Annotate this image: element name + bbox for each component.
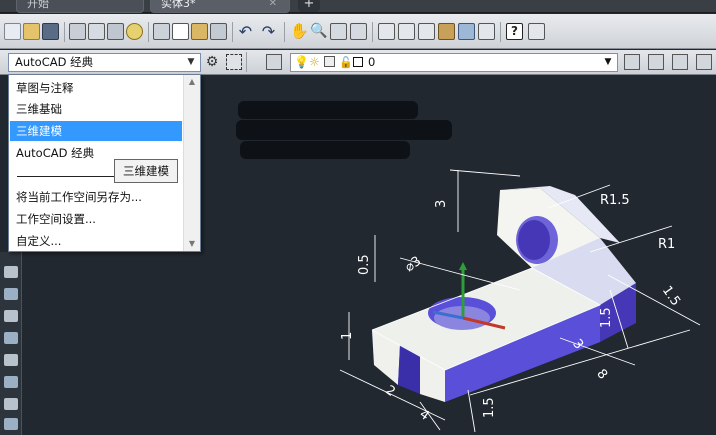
open-icon[interactable] [23, 23, 40, 40]
dim-label: 1.5 [482, 397, 497, 418]
autocad-window: 开始 实体3* ✕ + ↶ ↷ ✋ 🔍 ? AutoCAD 经典 ▼ ⚙ 💡 ☼… [0, 0, 716, 435]
zoom-previous-icon[interactable] [350, 23, 367, 40]
chevron-down-icon[interactable]: ▼ [184, 55, 198, 70]
dim-label: 0.5 [357, 254, 372, 275]
viewport-freeze-icon[interactable] [324, 56, 335, 67]
redacted-mark [240, 141, 410, 159]
scroll-down-icon[interactable]: ▼ [184, 237, 200, 251]
chevron-down-icon[interactable]: ▼ [601, 55, 615, 70]
layer-previous-icon[interactable] [648, 54, 664, 70]
plot-preview-icon[interactable] [88, 23, 105, 40]
left-tool-palette [0, 252, 22, 435]
draw-tool-icon[interactable] [4, 266, 18, 278]
dim-label: ⌀3 [402, 254, 424, 276]
layer-state-icon[interactable] [672, 54, 688, 70]
workspace-tooltip: 三维建模 [114, 159, 178, 183]
new-tab-button[interactable]: + [298, 0, 320, 12]
dropdown-item-save-as[interactable]: 将当前工作空间另存为... [10, 187, 182, 207]
toolbar-separator [148, 22, 149, 42]
make-current-icon[interactable] [624, 54, 640, 70]
redo-icon[interactable]: ↷ [260, 23, 277, 40]
workspace-layer-toolbar: AutoCAD 经典 ▼ ⚙ 💡 ☼ 🔓 0 ▼ [0, 50, 716, 75]
region-tool-icon[interactable] [4, 376, 18, 388]
lock-icon[interactable]: 🔓 [339, 54, 353, 71]
tab-drawing[interactable]: 实体3* ✕ [150, 0, 290, 13]
dropdown-item-3d-basics[interactable]: 三维基础 [10, 99, 182, 119]
redacted-mark [236, 120, 452, 140]
redacted-mark [238, 101, 418, 119]
dropdown-divider [17, 176, 121, 177]
undo-icon[interactable]: ↶ [237, 23, 254, 40]
toolbar-separator [232, 22, 233, 42]
dim-label: 3 [434, 200, 449, 208]
markup-icon[interactable] [458, 23, 475, 40]
arc-tool-icon[interactable] [4, 288, 18, 300]
layer-properties-icon[interactable] [266, 54, 282, 70]
lightbulb-icon[interactable]: 💡 [294, 54, 309, 71]
color-swatch-icon [353, 57, 363, 67]
new-icon[interactable] [4, 23, 21, 40]
dim-label: R1.5 [600, 193, 630, 208]
dim-label: 1 [340, 332, 355, 340]
toolbar-separator [246, 52, 247, 72]
close-icon[interactable]: ✕ [269, 0, 277, 13]
tab-label: 实体3* [161, 0, 196, 10]
workspace-extra-icon[interactable] [528, 23, 545, 40]
sun-icon[interactable]: ☼ [309, 54, 320, 71]
block-tool-icon[interactable] [4, 398, 18, 410]
pan-icon[interactable]: ✋ [290, 23, 309, 40]
zoom-icon[interactable]: 🔍 [310, 23, 327, 40]
publish-icon[interactable] [107, 23, 124, 40]
solid-model[interactable] [371, 186, 636, 402]
point-tool-icon[interactable] [4, 418, 18, 430]
gear-icon[interactable]: ⚙ [204, 54, 220, 70]
design-center-icon[interactable] [398, 23, 415, 40]
dim-label: 2 [382, 383, 397, 400]
dim-label: R1 [658, 237, 675, 252]
scroll-up-icon[interactable]: ▲ [184, 75, 200, 89]
workspace-select-value: AutoCAD 经典 [15, 55, 94, 69]
dropdown-item-customize[interactable]: 自定义... [10, 231, 182, 251]
toolbar-separator [500, 22, 501, 42]
layer-walk-icon[interactable] [696, 54, 712, 70]
circle-tool-icon[interactable] [4, 310, 18, 322]
hatch-tool-icon[interactable] [4, 354, 18, 366]
tool-palettes-icon[interactable] [418, 23, 435, 40]
properties-icon[interactable] [378, 23, 395, 40]
tab-start[interactable]: 开始 [16, 0, 144, 13]
dim-label: 1.5 [599, 307, 614, 328]
calculator-icon[interactable] [478, 23, 495, 40]
dim-label: 8 [593, 367, 610, 383]
workspace-select[interactable]: AutoCAD 经典 ▼ [8, 53, 201, 72]
paste-icon[interactable] [191, 23, 208, 40]
cut-icon[interactable] [153, 23, 170, 40]
toolbar-separator [64, 22, 65, 42]
3d-print-icon[interactable] [126, 23, 143, 40]
toolbar-separator [372, 22, 373, 42]
print-icon[interactable] [69, 23, 86, 40]
toolbar-separator [284, 22, 285, 42]
standard-toolbar: ↶ ↷ ✋ 🔍 ? [0, 14, 716, 49]
dropdown-item-settings[interactable]: 工作空间设置... [10, 209, 182, 229]
match-properties-icon[interactable] [210, 23, 227, 40]
layer-select[interactable]: 💡 ☼ 🔓 0 ▼ [290, 53, 618, 72]
tab-label: 开始 [27, 0, 49, 10]
dropdown-scrollbar[interactable]: ▲ ▼ [183, 75, 200, 251]
sheet-set-icon[interactable] [438, 23, 455, 40]
document-tab-bar: 开始 实体3* ✕ + [0, 0, 716, 13]
dropdown-item-drafting[interactable]: 草图与注释 [10, 78, 182, 98]
layer-name: 0 [368, 55, 376, 69]
workspace-settings-icon[interactable] [226, 54, 242, 70]
drawing-canvas[interactable]: 3 R1.5 R1 0.5 ⌀3 1.5 1.5 1 3 8 2 4 1.5 [200, 76, 716, 435]
dropdown-item-3d-modeling[interactable]: 三维建模 [10, 121, 182, 141]
help-icon[interactable]: ? [506, 23, 523, 40]
save-icon[interactable] [42, 23, 59, 40]
copy-icon[interactable] [172, 23, 189, 40]
spline-tool-icon[interactable] [4, 332, 18, 344]
zoom-window-icon[interactable] [330, 23, 347, 40]
